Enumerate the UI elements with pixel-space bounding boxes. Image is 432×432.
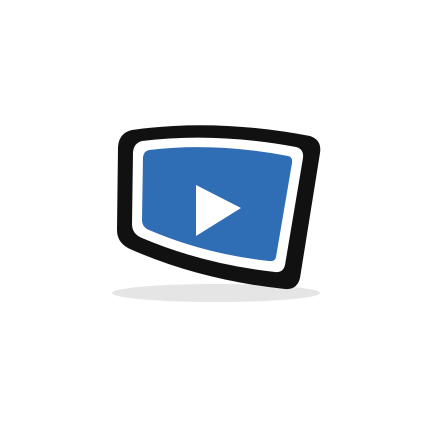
video-player-icon [112, 125, 321, 302]
app-icon-canvas [0, 0, 432, 432]
